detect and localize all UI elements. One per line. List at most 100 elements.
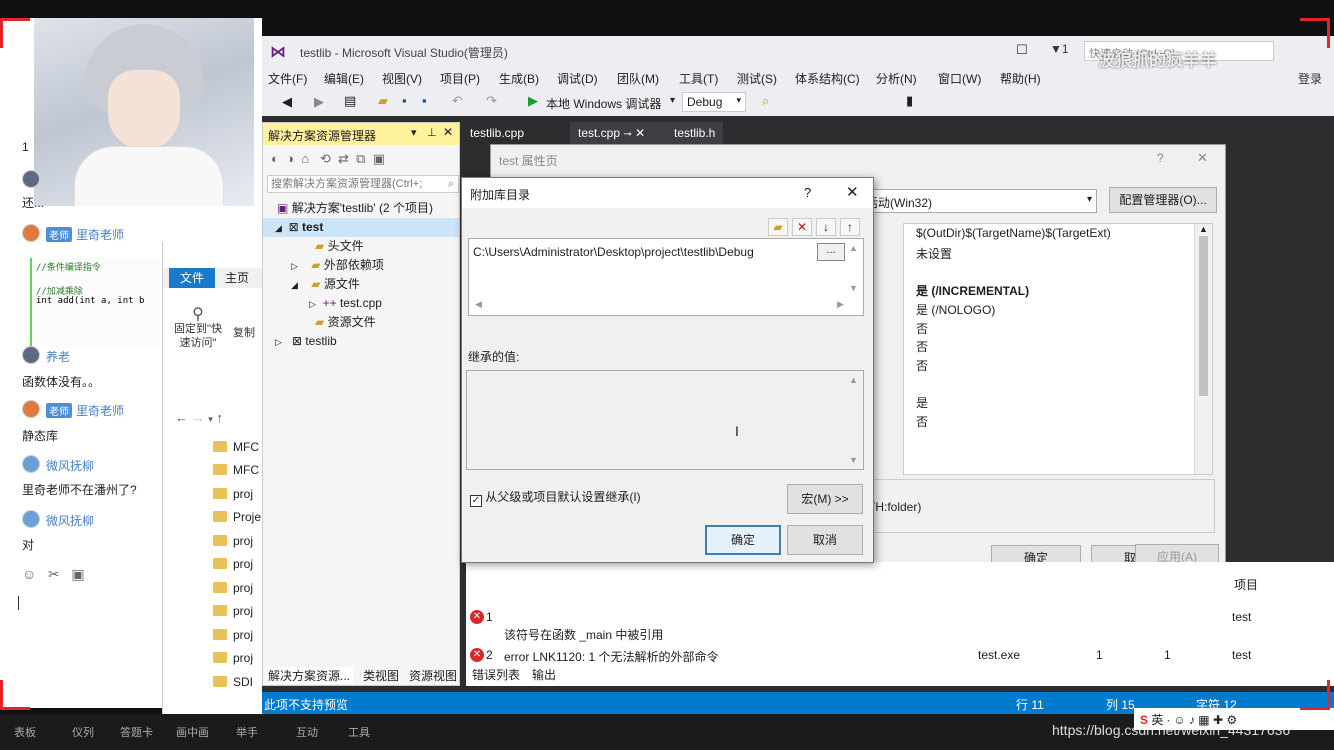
list-item[interactable]: proj	[213, 553, 253, 576]
tree-headers[interactable]: ▰ 头文件	[315, 237, 364, 256]
tree-solution[interactable]: ▣ 解决方案'testlib' (2 个项目)	[277, 199, 433, 218]
bookmark-icon[interactable]: ▮	[906, 93, 913, 109]
find-icon[interactable]: ⌕	[762, 93, 769, 109]
vertical-scrollbar[interactable]: ▲	[1194, 224, 1212, 474]
notification-flag[interactable]: ▼1	[1050, 42, 1069, 56]
menu-analyze[interactable]: 分析(N)	[876, 70, 917, 87]
pin-icon[interactable]: ⊸	[623, 129, 631, 140]
taskbar-item[interactable]: 举手	[236, 724, 258, 740]
forward-nav-icon[interactable]: ▶	[314, 94, 324, 110]
start-debug-button[interactable]: 本地 Windows 调试器	[546, 95, 661, 112]
tab-file[interactable]: 文件	[169, 268, 215, 288]
chevron-down-icon[interactable]: ▾	[208, 414, 213, 424]
undo-icon[interactable]: ↶	[452, 93, 463, 109]
directories-list[interactable]: C:\Users\Administrator\Desktop\project\t…	[468, 238, 864, 316]
property-value[interactable]: $(OutDir)$(TargetName)$(TargetExt)	[916, 226, 1111, 245]
search-icon[interactable]: ⌕	[448, 176, 454, 192]
expand-arrow-icon[interactable]: ▷	[309, 299, 316, 309]
history-icon[interactable]: ⟲	[320, 151, 331, 166]
menu-window[interactable]: 窗口(W)	[938, 70, 981, 87]
back-nav-icon[interactable]: ◀	[282, 94, 292, 110]
config-select[interactable]: Debug ▾	[682, 92, 746, 112]
collapse-arrow-icon[interactable]: ◢	[275, 223, 282, 233]
list-item[interactable]: proj	[213, 624, 253, 647]
tree-file[interactable]: ▷ ++ test.cpp	[309, 294, 382, 313]
macros-button[interactable]: 宏(M) >>	[787, 484, 863, 514]
copy-button[interactable]: 复制	[233, 324, 255, 340]
delete-icon[interactable]: ✕	[792, 218, 812, 236]
scissors-icon[interactable]: ✂	[48, 566, 60, 582]
close-icon[interactable]: ✕	[635, 126, 645, 140]
property-value[interactable]: 否	[916, 320, 928, 339]
menu-debug[interactable]: 调试(D)	[557, 70, 598, 87]
solution-search-input[interactable]: 搜索解决方案资源管理器(Ctrl+; ⌕	[267, 175, 459, 193]
new-project-icon[interactable]: ▤	[344, 93, 356, 109]
cancel-button[interactable]: 取消	[787, 525, 863, 555]
ime-toolbar[interactable]: S 英 ∙ ☺ ♪ ▦ ✚ ⚙	[1134, 708, 1334, 730]
scroll-up-icon[interactable]: ▲	[1195, 224, 1212, 234]
menu-architecture[interactable]: 体系结构(C)	[795, 70, 860, 87]
emoji-icon[interactable]: ☺	[22, 566, 36, 582]
config-manager-button[interactable]: 配置管理器(O)...	[1109, 187, 1217, 213]
tab-output[interactable]: 输出	[532, 666, 556, 683]
taskbar-item[interactable]: 画中画	[176, 724, 209, 740]
list-item[interactable]: proj	[213, 600, 253, 623]
property-value[interactable]: 是	[916, 394, 928, 413]
close-icon[interactable]: ✕	[846, 183, 859, 201]
help-icon[interactable]: ?	[804, 185, 811, 200]
taskbar-item[interactable]: 工具	[348, 724, 370, 740]
move-down-icon[interactable]: ↓	[816, 218, 836, 236]
taskbar-item[interactable]: 仪列	[72, 724, 94, 740]
browse-button[interactable]: ...	[817, 243, 845, 261]
save-all-icon[interactable]: ▪	[422, 93, 427, 108]
menu-edit[interactable]: 编辑(E)	[324, 70, 364, 87]
checkbox-checkmark-icon[interactable]: ✓	[470, 495, 482, 507]
tree-sources[interactable]: ◢ ▰ 源文件	[291, 275, 360, 294]
redo-icon[interactable]: ↷	[486, 93, 497, 109]
tab-solution-explorer[interactable]: 解决方案资源...	[265, 667, 354, 684]
tab-resource-view[interactable]: 资源视图	[409, 667, 457, 684]
open-file-icon[interactable]: ▰	[378, 93, 388, 109]
inherit-checkbox[interactable]: ✓ 从父级或项目默认设置继承(I)	[470, 488, 641, 507]
start-debug-icon[interactable]: ▶	[528, 93, 538, 109]
new-line-icon[interactable]: ▰	[768, 218, 788, 236]
tree-project-test[interactable]: ◢ ⊠ test	[263, 218, 459, 237]
tab-error-list[interactable]: 错误列表	[470, 666, 523, 683]
tab-test-cpp[interactable]: test.cpp ⊸ ✕	[570, 122, 666, 144]
property-value[interactable]: 否	[916, 338, 928, 357]
property-value[interactable]: 是 (/INCREMENTAL)	[916, 282, 1029, 301]
up-arrow-icon[interactable]: ↑	[216, 410, 223, 425]
forward-icon[interactable]: ◑	[286, 151, 294, 166]
list-item[interactable]: proj	[213, 577, 253, 600]
tab-testlib-cpp[interactable]: testlib.cpp	[462, 122, 532, 144]
menu-team[interactable]: 团队(M)	[617, 70, 659, 87]
back-icon[interactable]: ◐	[271, 151, 279, 166]
property-value[interactable]: 否	[916, 413, 928, 432]
tree-resources[interactable]: ▰ 资源文件	[315, 313, 376, 332]
property-value[interactable]: 否	[916, 357, 928, 376]
close-icon[interactable]: ✕	[1197, 150, 1208, 166]
scroll-down-icon[interactable]: ▼	[849, 455, 858, 465]
collapse-icon[interactable]: ⧉	[356, 151, 365, 166]
sync-icon[interactable]: ⇄	[338, 151, 349, 166]
feedback-icon[interactable]: ☐	[1016, 42, 1028, 58]
chat-input-caret[interactable]	[18, 596, 19, 610]
directory-path-input[interactable]: C:\Users\Administrator\Desktop\project\t…	[473, 245, 754, 259]
menu-tools[interactable]: 工具(T)	[679, 70, 718, 87]
platform-select[interactable]: 活动(Win32) ▾	[861, 189, 1097, 213]
list-item[interactable]: Proje	[213, 506, 261, 529]
scroll-right-icon[interactable]: ▶	[837, 299, 844, 310]
expand-arrow-icon[interactable]: ▷	[275, 337, 282, 347]
menu-file[interactable]: 文件(F)	[268, 70, 307, 87]
chevron-down-icon[interactable]: ▾	[670, 95, 675, 106]
save-icon[interactable]: ▪	[402, 93, 407, 108]
taskbar-item[interactable]: 表板	[14, 724, 36, 740]
table-row[interactable]: ✕ 2 error LNK1120: 1 个无法解析的外部命令 test.exe…	[466, 646, 1326, 666]
forward-arrow-icon[interactable]: →	[192, 410, 205, 425]
tab-testlib-h[interactable]: testlib.h	[666, 122, 724, 144]
ok-button[interactable]: 确定	[705, 525, 781, 555]
collapse-arrow-icon[interactable]: ◢	[291, 280, 298, 290]
taskbar-item[interactable]: 互动	[296, 724, 318, 740]
list-item[interactable]: SDI	[213, 671, 253, 694]
table-row[interactable]: ✕ 1 该符号在函数 _main 中被引用 test	[466, 608, 1326, 642]
